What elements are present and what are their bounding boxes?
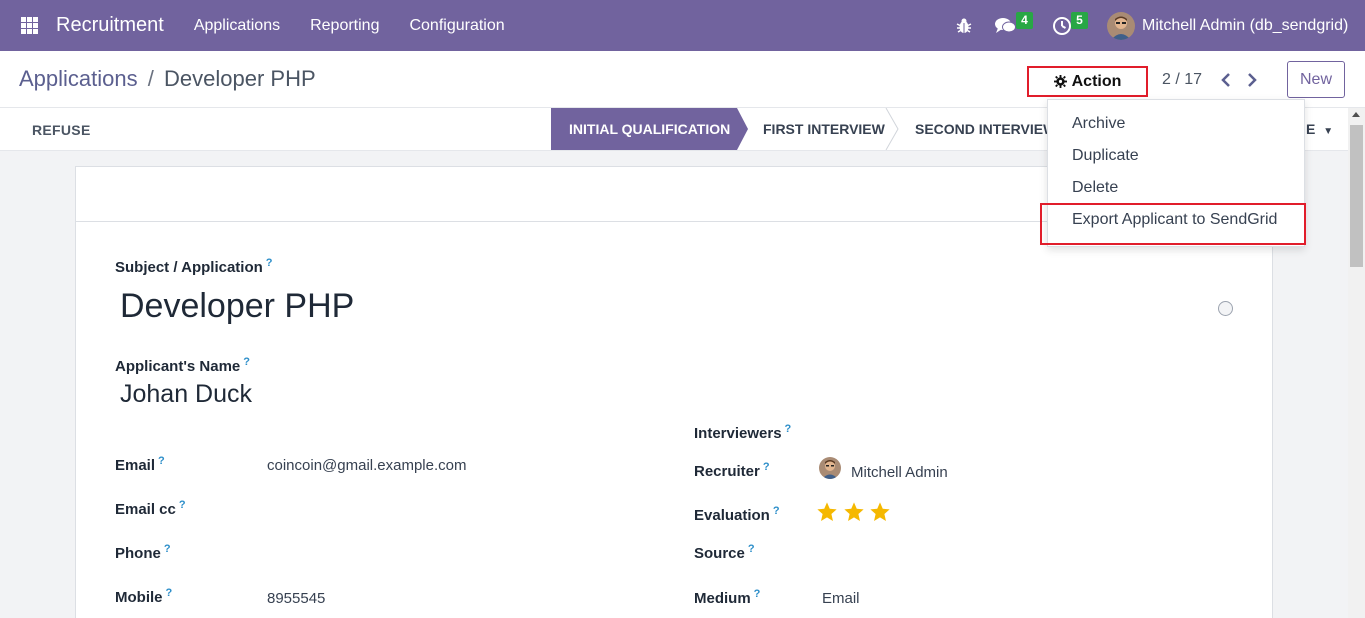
- stage-second-interview[interactable]: SECOND INTERVIEW: [915, 121, 1056, 137]
- source-field[interactable]: [821, 545, 1121, 563]
- action-dropdown-menu: Archive Duplicate Delete Export Applican…: [1040, 99, 1306, 247]
- medium-field[interactable]: Email: [822, 590, 860, 607]
- scroll-up-arrow-icon[interactable]: [1352, 112, 1360, 117]
- menu-item-duplicate[interactable]: Duplicate: [1072, 147, 1139, 165]
- debug-bug-icon[interactable]: [956, 17, 972, 34]
- top-navbar: Recruitment Applications Reporting Confi…: [0, 0, 1365, 51]
- email-cc-label: Email cc?: [115, 499, 186, 518]
- new-button[interactable]: New: [1287, 61, 1345, 98]
- mobile-label: Mobile?: [115, 587, 173, 606]
- chevron-left-icon[interactable]: [1218, 70, 1234, 90]
- more-stages-dropdown[interactable]: E ▼: [1306, 121, 1333, 137]
- breadcrumb: Applications / Developer PHP: [19, 66, 316, 92]
- messages-badge: 4: [1016, 12, 1033, 29]
- phone-label: Phone?: [115, 543, 171, 562]
- email-field[interactable]: coincoin@gmail.example.com: [267, 457, 466, 474]
- action-button-label: Action: [1071, 72, 1122, 90]
- subject-label: Subject / Application?: [115, 257, 273, 276]
- help-icon[interactable]: ?: [748, 543, 755, 555]
- help-icon[interactable]: ?: [754, 588, 761, 600]
- star-icon[interactable]: [843, 501, 865, 523]
- stage-initial-qualification[interactable]: INITIAL QUALIFICATION: [551, 108, 748, 150]
- stage-first-interview[interactable]: FIRST INTERVIEW: [763, 121, 885, 137]
- help-icon[interactable]: ?: [179, 499, 186, 511]
- subject-field[interactable]: Developer PHP: [120, 287, 354, 326]
- user-avatar[interactable]: [1107, 12, 1135, 40]
- evaluation-label: Evaluation?: [694, 505, 780, 524]
- help-icon[interactable]: ?: [158, 455, 165, 467]
- recruiter-label: Recruiter?: [694, 461, 770, 480]
- breadcrumb-separator: /: [147, 66, 154, 91]
- interviewers-label: Interviewers?: [694, 423, 792, 442]
- export-highlight-box: [1040, 203, 1306, 245]
- activities-clock-icon[interactable]: [1053, 17, 1071, 35]
- pager-value[interactable]: 2 / 17: [1162, 71, 1202, 89]
- app-brand[interactable]: Recruitment: [56, 14, 164, 37]
- star-icon[interactable]: [816, 501, 838, 523]
- email-cc-field[interactable]: [267, 501, 567, 519]
- mobile-field[interactable]: 8955545: [267, 590, 325, 607]
- user-menu-name[interactable]: Mitchell Admin (db_sendgrid): [1142, 17, 1348, 35]
- menu-item-archive[interactable]: Archive: [1072, 115, 1125, 133]
- help-icon[interactable]: ?: [243, 356, 250, 368]
- help-icon[interactable]: ?: [266, 257, 273, 269]
- priority-toggle-icon[interactable]: [1218, 301, 1233, 316]
- activities-badge: 5: [1071, 12, 1088, 29]
- menu-item-delete[interactable]: Delete: [1072, 179, 1118, 197]
- applicant-name-field[interactable]: Johan Duck: [120, 380, 252, 409]
- vertical-scrollbar[interactable]: [1348, 108, 1365, 618]
- menu-configuration[interactable]: Configuration: [409, 17, 504, 35]
- source-label: Source?: [694, 543, 755, 562]
- messages-icon[interactable]: [995, 17, 1016, 34]
- medium-label: Medium?: [694, 588, 761, 607]
- help-icon[interactable]: ?: [164, 543, 171, 555]
- applicant-name-label: Applicant's Name?: [115, 356, 251, 375]
- action-button[interactable]: Action: [1027, 66, 1148, 97]
- caret-down-icon: ▼: [1323, 126, 1334, 137]
- gear-icon: [1053, 75, 1067, 88]
- help-icon[interactable]: ?: [773, 505, 780, 517]
- apps-menu-icon[interactable]: [21, 17, 38, 34]
- chevron-right-icon[interactable]: [1244, 70, 1260, 90]
- stage-arrow-icon: [885, 108, 899, 150]
- recruiter-avatar[interactable]: [819, 457, 841, 479]
- star-icon[interactable]: [869, 501, 891, 523]
- help-icon[interactable]: ?: [166, 587, 173, 599]
- scroll-thumb[interactable]: [1350, 125, 1363, 267]
- menu-reporting[interactable]: Reporting: [310, 17, 379, 35]
- help-icon[interactable]: ?: [763, 461, 770, 473]
- more-stages-label: E: [1306, 121, 1316, 137]
- recruiter-field[interactable]: Mitchell Admin: [851, 464, 948, 481]
- menu-applications[interactable]: Applications: [194, 17, 280, 35]
- breadcrumb-applications-link[interactable]: Applications: [19, 66, 138, 91]
- refuse-button[interactable]: REFUSE: [32, 122, 91, 138]
- breadcrumb-current: Developer PHP: [164, 66, 316, 91]
- email-label: Email?: [115, 455, 165, 474]
- phone-field[interactable]: [267, 545, 567, 563]
- help-icon[interactable]: ?: [785, 423, 792, 435]
